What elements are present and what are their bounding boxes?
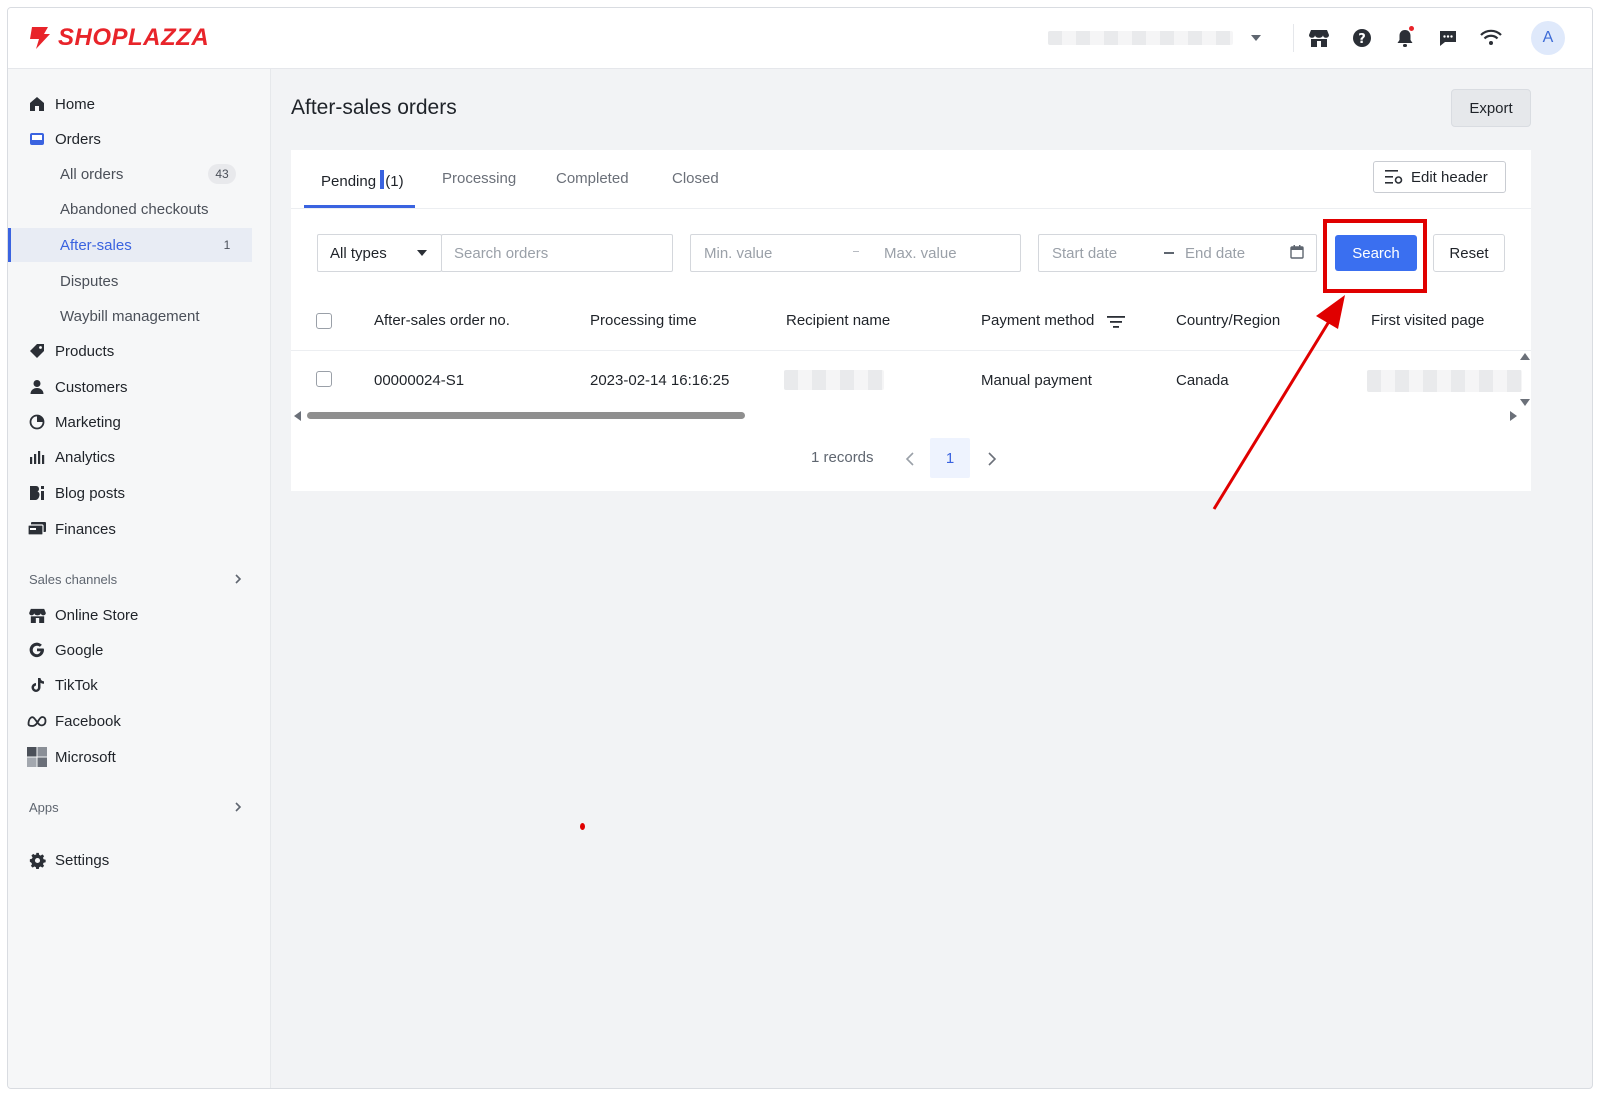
annotation-arrow	[1212, 295, 1345, 510]
app-window: SHOPLAZZA ? A Home Orders All orders 43 …	[7, 7, 1593, 1089]
annotation-dot	[580, 823, 585, 830]
